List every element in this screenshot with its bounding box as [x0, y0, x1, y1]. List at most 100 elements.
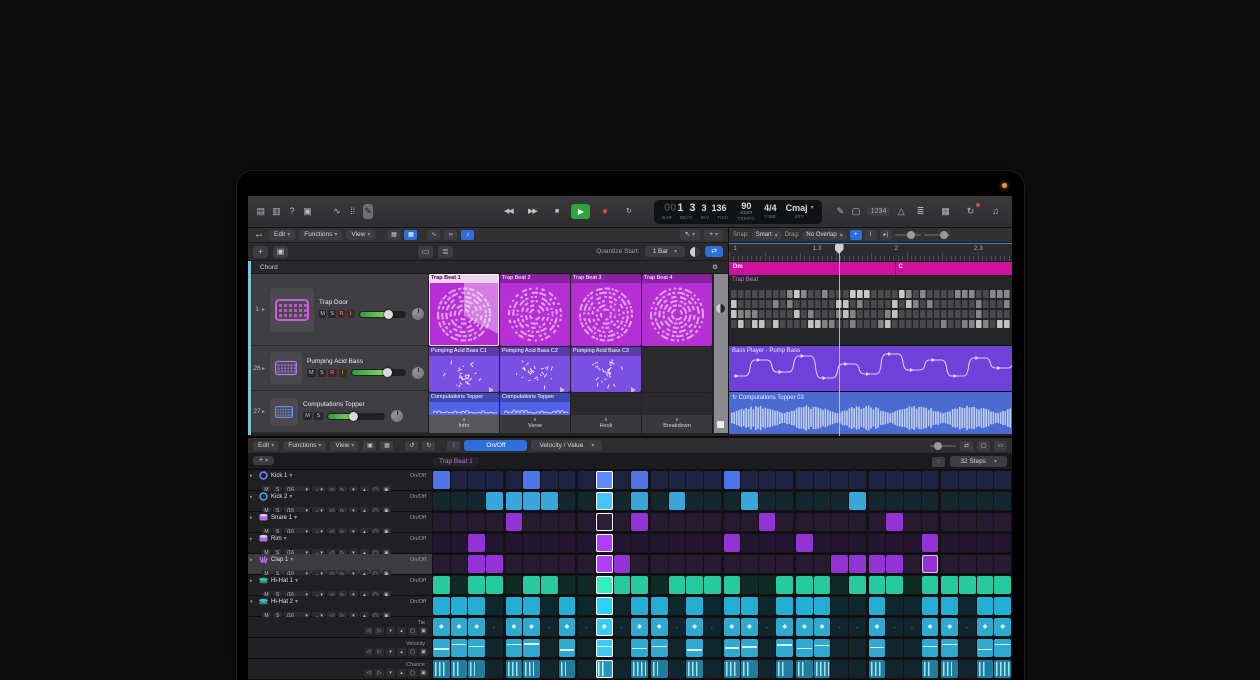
step-cell[interactable]: [796, 534, 813, 552]
step-cell[interactable]: [831, 534, 848, 552]
step-cell[interactable]: [796, 639, 813, 657]
disclosure-icon[interactable]: ▸: [262, 306, 270, 313]
step-cell[interactable]: [886, 660, 903, 678]
step-cell[interactable]: [486, 555, 503, 573]
step-cell[interactable]: ▸: [831, 618, 848, 636]
step-cell[interactable]: [959, 555, 976, 573]
rotate-left-button[interactable]: ◁: [364, 669, 373, 677]
step-cell[interactable]: [523, 492, 540, 510]
step-cell[interactable]: ▸: [669, 618, 686, 636]
menu-functions[interactable]: Functions▾: [299, 230, 342, 240]
step-cell[interactable]: [614, 471, 631, 489]
step-cell[interactable]: [596, 534, 613, 552]
step-cell[interactable]: [686, 513, 703, 531]
step-cell[interactable]: [977, 597, 994, 615]
step-cell[interactable]: [886, 513, 903, 531]
step-cell[interactable]: [506, 492, 523, 510]
bar-ruler[interactable]: 11.322.3: [729, 243, 1012, 262]
step-cell[interactable]: [724, 576, 741, 594]
step-cell[interactable]: [669, 534, 686, 552]
loop-infinity-icon[interactable]: ∞: [444, 230, 457, 240]
step-cell[interactable]: [704, 660, 721, 678]
step-cell[interactable]: [486, 471, 503, 489]
step-cell[interactable]: [578, 492, 595, 510]
step-cell[interactable]: [451, 471, 468, 489]
step-cell[interactable]: [814, 597, 831, 615]
link-icon[interactable]: ⇄: [960, 441, 973, 451]
chevron-icon[interactable]: ▾: [295, 577, 298, 584]
step-cell[interactable]: ◆: [631, 618, 648, 636]
step-cell[interactable]: [941, 471, 958, 489]
step-cell[interactable]: [578, 597, 595, 615]
step-cell[interactable]: [994, 660, 1011, 678]
step-cell[interactable]: ▸: [614, 618, 631, 636]
crosshair-tool-icon[interactable]: +: [850, 230, 862, 240]
step-cell[interactable]: ▸: [486, 618, 503, 636]
step-cell[interactable]: [814, 471, 831, 489]
step-cell[interactable]: [451, 513, 468, 531]
step-cell[interactable]: [869, 471, 886, 489]
step-cell[interactable]: [578, 513, 595, 531]
step-cell[interactable]: [468, 492, 485, 510]
step-cell[interactable]: [741, 513, 758, 531]
step-cell[interactable]: [922, 513, 939, 531]
list-editors-icon[interactable]: ≣: [912, 204, 929, 219]
step-cell[interactable]: [468, 534, 485, 552]
step-cell[interactable]: [994, 639, 1011, 657]
row-option-button[interactable]: ▢: [408, 627, 417, 635]
step-cell[interactable]: [596, 660, 613, 678]
step-cell[interactable]: [451, 597, 468, 615]
step-cell[interactable]: ◆: [741, 618, 758, 636]
step-cell[interactable]: ◆: [559, 618, 576, 636]
loop-cell[interactable]: Trap Beat 1: [429, 274, 499, 346]
step-cell[interactable]: [977, 492, 994, 510]
step-cell[interactable]: [869, 534, 886, 552]
decrement-button[interactable]: ▾: [386, 627, 395, 635]
step-cell[interactable]: [523, 513, 540, 531]
step-cell[interactable]: [704, 471, 721, 489]
step-cell[interactable]: [541, 471, 558, 489]
step-cell[interactable]: [686, 471, 703, 489]
disclosure-icon[interactable]: ▸: [250, 515, 256, 521]
step-cell[interactable]: [433, 576, 450, 594]
decrement-button[interactable]: ▾: [386, 648, 395, 656]
step-cell[interactable]: [776, 471, 793, 489]
step-cell[interactable]: [631, 597, 648, 615]
gear-icon[interactable]: ⚙: [712, 263, 718, 271]
step-cell[interactable]: [724, 471, 741, 489]
step-cell[interactable]: [468, 471, 485, 489]
pattern-length-select[interactable]: 32 Steps▾: [950, 456, 1007, 467]
step-cell[interactable]: [831, 639, 848, 657]
step-cell[interactable]: [724, 513, 741, 531]
step-cell[interactable]: [468, 639, 485, 657]
step-cell[interactable]: [468, 597, 485, 615]
step-cell[interactable]: [814, 534, 831, 552]
step-cell[interactable]: [433, 597, 450, 615]
track-i-button[interactable]: I: [339, 369, 348, 377]
scene-trigger[interactable]: ∧Verse: [500, 415, 570, 433]
step-cell[interactable]: [941, 576, 958, 594]
step-cell[interactable]: [651, 576, 668, 594]
note-pad-icon[interactable]: ▢: [851, 204, 861, 219]
menu-edit[interactable]: Edit▾: [269, 230, 295, 240]
cell-audition-button[interactable]: ⇄: [705, 246, 723, 257]
step-cell[interactable]: ◆: [724, 618, 741, 636]
add-track-button[interactable]: +: [253, 246, 268, 258]
ss-zoom-slider[interactable]: [930, 445, 956, 447]
step-cell[interactable]: [486, 660, 503, 678]
step-cell[interactable]: [831, 597, 848, 615]
step-cell[interactable]: [433, 492, 450, 510]
step-cell[interactable]: [776, 576, 793, 594]
add-row-button[interactable]: + ▾: [253, 456, 274, 465]
step-cell[interactable]: [631, 639, 648, 657]
step-cell[interactable]: [904, 534, 921, 552]
step-cell[interactable]: [686, 576, 703, 594]
step-cell[interactable]: [669, 513, 686, 531]
step-cell[interactable]: [886, 471, 903, 489]
step-cell[interactable]: [759, 471, 776, 489]
step-cell[interactable]: [886, 534, 903, 552]
step-cell[interactable]: [541, 555, 558, 573]
step-cell[interactable]: [814, 513, 831, 531]
region-computations-topper[interactable]: ↻ Computations Topper 03: [729, 392, 1012, 434]
step-cell[interactable]: [631, 534, 648, 552]
